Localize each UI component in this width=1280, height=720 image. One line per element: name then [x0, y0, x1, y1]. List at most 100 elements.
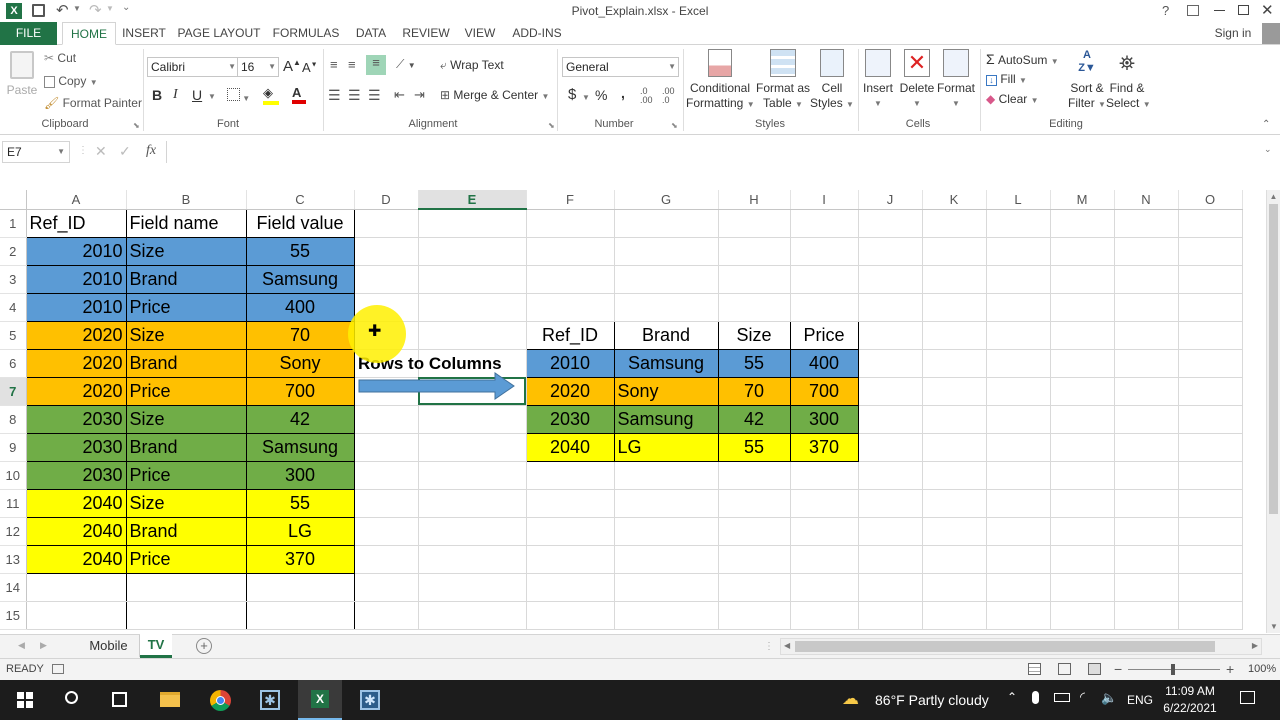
cell-o8[interactable]: [1178, 405, 1243, 434]
column-header-c[interactable]: C: [246, 190, 355, 210]
cell-n8[interactable]: [1114, 405, 1179, 434]
cell-f2[interactable]: [526, 237, 615, 266]
tab-formulas[interactable]: FORMULAS: [270, 22, 342, 45]
notifications-icon[interactable]: [1240, 691, 1255, 704]
cell-e4[interactable]: [418, 293, 527, 322]
minimize-button[interactable]: [1214, 10, 1225, 11]
cell-o15[interactable]: [1178, 601, 1243, 630]
cell-k13[interactable]: [922, 545, 987, 574]
pivot-header-cell[interactable]: Price: [789, 320, 859, 350]
cell-k9[interactable]: [922, 433, 987, 462]
cell-e11[interactable]: [418, 489, 527, 518]
cell-e8[interactable]: [418, 405, 527, 434]
comma-button[interactable]: ,: [621, 85, 625, 101]
pivot-data-cell[interactable]: Samsung: [613, 404, 719, 434]
cell-d15[interactable]: [354, 601, 419, 630]
format-cells-button[interactable]: Format ▼: [935, 49, 977, 111]
source-data-cell[interactable]: 2020: [26, 321, 127, 350]
cell-m10[interactable]: [1050, 461, 1115, 490]
cell-k14[interactable]: [922, 573, 987, 602]
cell-o3[interactable]: [1178, 265, 1243, 294]
weather-icon[interactable]: ☁: [842, 689, 859, 709]
column-header-h[interactable]: H: [718, 190, 791, 210]
merge-center-button[interactable]: ⊞ Merge & Center ▼: [440, 88, 549, 102]
macro-record-icon[interactable]: [52, 664, 64, 674]
source-data-cell[interactable]: Price: [126, 377, 247, 406]
font-size-combo[interactable]: 16 ▼: [237, 57, 279, 77]
cell-f1[interactable]: [526, 209, 615, 238]
cell-e15[interactable]: [418, 601, 527, 630]
cell-d8[interactable]: [354, 405, 419, 434]
tab-add-ins[interactable]: ADD-INS: [508, 22, 566, 45]
cell-k7[interactable]: [922, 377, 987, 406]
normal-view-icon[interactable]: [1028, 663, 1041, 675]
source-data-cell[interactable]: 700: [246, 377, 355, 406]
excel-taskbar-button[interactable]: X: [298, 680, 342, 720]
cell-b14[interactable]: [126, 573, 247, 602]
cell-l6[interactable]: [986, 349, 1051, 378]
tab-data[interactable]: DATA: [350, 22, 392, 45]
currency-button[interactable]: $: [568, 86, 576, 103]
scroll-right-icon[interactable]: ▶: [1252, 641, 1258, 650]
source-data-cell[interactable]: 70: [246, 321, 355, 350]
sheet-tab-tv[interactable]: TV: [140, 634, 172, 658]
source-data-cell[interactable]: Price: [126, 293, 247, 322]
cell-j6[interactable]: [858, 349, 923, 378]
cell-i13[interactable]: [790, 545, 859, 574]
help-button[interactable]: ?: [1162, 3, 1169, 18]
cell-d1[interactable]: [354, 209, 419, 238]
source-data-cell[interactable]: 300: [246, 461, 355, 490]
cell-f14[interactable]: [526, 573, 615, 602]
pivot-data-cell[interactable]: 370: [789, 432, 859, 462]
cell-j10[interactable]: [858, 461, 923, 490]
account-avatar[interactable]: [1262, 23, 1280, 44]
cell-l5[interactable]: [986, 321, 1051, 350]
cell-l14[interactable]: [986, 573, 1051, 602]
cell-j4[interactable]: [858, 293, 923, 322]
row-header-10[interactable]: 10: [0, 461, 27, 490]
select-all-corner[interactable]: [0, 190, 27, 210]
cell-h14[interactable]: [718, 573, 791, 602]
source-data-cell[interactable]: Size: [126, 489, 247, 518]
cell-h10[interactable]: [718, 461, 791, 490]
cell-o13[interactable]: [1178, 545, 1243, 574]
sign-in-link[interactable]: Sign in: [1208, 22, 1258, 45]
pivot-data-cell[interactable]: 2010: [525, 348, 615, 378]
cell-i4[interactable]: [790, 293, 859, 322]
source-data-cell[interactable]: LG: [246, 517, 355, 546]
worksheet-grid[interactable]: A B C D E F G H I J K L M N O 1 Ref_ID Field name Field va…: [0, 190, 1266, 633]
cell-g1[interactable]: [614, 209, 719, 238]
language-indicator[interactable]: ENG: [1127, 693, 1153, 707]
source-data-cell[interactable]: 2010: [26, 265, 127, 294]
task-view-button[interactable]: [98, 680, 142, 720]
vertical-scrollbar[interactable]: ▲ ▼: [1266, 190, 1280, 633]
source-data-cell[interactable]: 2030: [26, 433, 127, 462]
row-header-2[interactable]: 2: [0, 237, 27, 266]
cell-e3[interactable]: [418, 265, 527, 294]
column-header-b[interactable]: B: [126, 190, 247, 210]
cell-f15[interactable]: [526, 601, 615, 630]
format-painter-button[interactable]: 🖌 Format Painter: [44, 96, 142, 110]
cell-h3[interactable]: [718, 265, 791, 294]
formula-input[interactable]: [166, 141, 1262, 163]
source-data-cell[interactable]: 55: [246, 237, 355, 266]
format-as-table-button[interactable]: Format as Table ▼: [754, 49, 812, 112]
cell-l2[interactable]: [986, 237, 1051, 266]
pivot-data-cell[interactable]: Samsung: [613, 348, 719, 378]
tab-view[interactable]: VIEW: [460, 22, 500, 45]
source-header-cell[interactable]: Field name: [126, 209, 247, 238]
confirm-entry-icon[interactable]: ✓: [119, 143, 131, 160]
column-header-o[interactable]: O: [1178, 190, 1243, 210]
zoom-out-button[interactable]: −: [1114, 661, 1122, 677]
cell-h1[interactable]: [718, 209, 791, 238]
cell-m2[interactable]: [1050, 237, 1115, 266]
volume-icon[interactable]: 🔈: [1101, 690, 1117, 706]
close-button[interactable]: ✕: [1261, 1, 1274, 19]
cell-j14[interactable]: [858, 573, 923, 602]
cell-m8[interactable]: [1050, 405, 1115, 434]
cell-n1[interactable]: [1114, 209, 1179, 238]
delete-cells-button[interactable]: ✕ Delete ▼: [897, 49, 937, 111]
source-data-cell[interactable]: 370: [246, 545, 355, 574]
cell-f12[interactable]: [526, 517, 615, 546]
pivot-data-cell[interactable]: 2030: [525, 404, 615, 434]
